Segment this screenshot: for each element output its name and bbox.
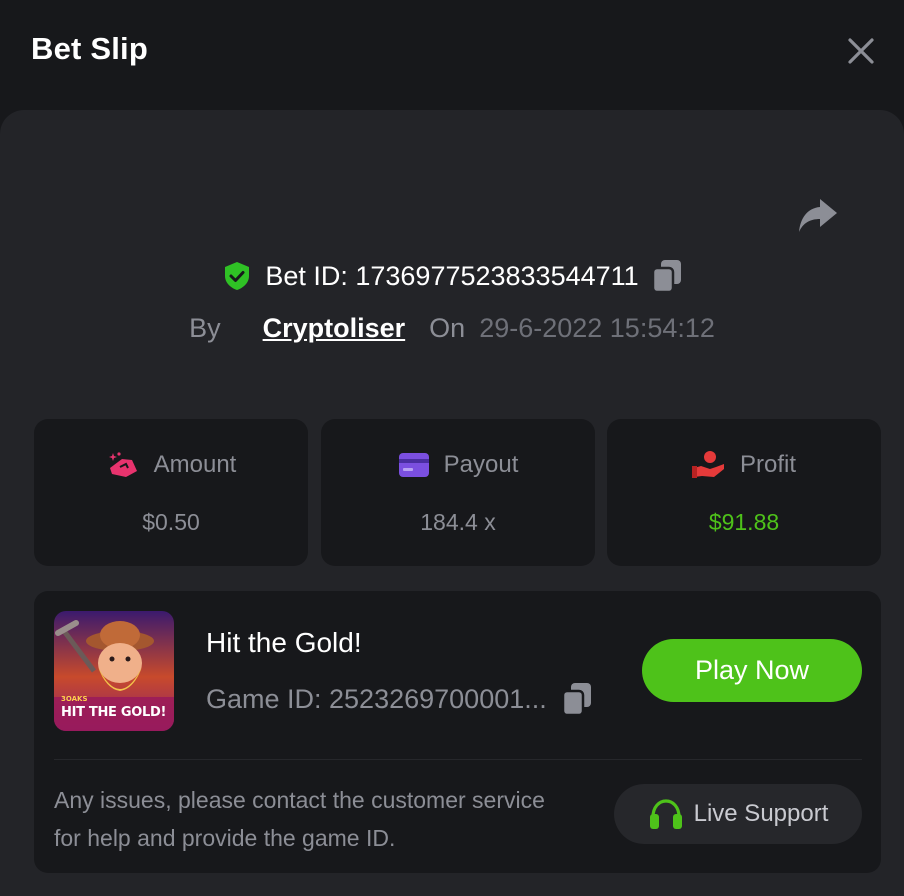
game-thumbnail[interactable]: 3OAKS HIT THE GOLD!	[54, 611, 174, 731]
bet-meta-row: By Cryptoliser On 29-6-2022 15:54:12	[0, 308, 904, 348]
close-icon	[848, 38, 874, 64]
stat-value: 184.4 x	[420, 509, 496, 535]
user-link[interactable]: Cryptoliser	[263, 313, 406, 344]
on-label: On	[429, 312, 466, 343]
support-notice: Any issues, please contact the customer …	[54, 787, 545, 851]
bet-id: Bet ID: 1736977523833544711	[265, 260, 639, 291]
share-icon	[799, 199, 837, 232]
live-support-label: Live Support	[693, 800, 829, 827]
game-thumb-title: HIT THE GOLD!	[61, 705, 167, 720]
card-icon	[398, 453, 429, 477]
bet-date: 29-6-2022 15:54:12	[479, 312, 715, 343]
copy-icon[interactable]	[651, 258, 683, 294]
divider	[54, 759, 862, 760]
stat-label: Amount	[153, 451, 237, 478]
stat-card-amount: Amount $0.50	[34, 419, 308, 566]
profit-hand-icon	[691, 451, 724, 478]
bet-id-row: Bet ID: 1736977523833544711	[0, 252, 904, 300]
game-brand: 3OAKS	[61, 695, 88, 703]
copy-icon[interactable]	[561, 681, 593, 717]
stat-value: $91.88	[708, 509, 780, 535]
close-button[interactable]	[844, 34, 878, 68]
shield-check-icon	[225, 262, 250, 290]
amount-icon	[108, 452, 137, 477]
game-id: Game ID: 2523269700001...	[206, 683, 547, 714]
game-name: Hit the Gold!	[206, 627, 362, 658]
game-card: 3OAKS HIT THE GOLD! Hit the Gold! Game I…	[34, 591, 881, 873]
page-title: Bet Slip	[31, 31, 149, 66]
headset-icon	[649, 799, 682, 829]
stat-label: Payout	[443, 451, 519, 478]
share-button[interactable]	[796, 196, 840, 234]
game-id-row: Game ID: 2523269700001...	[206, 679, 593, 719]
stat-label: Profit	[739, 451, 796, 478]
header: Bet Slip	[0, 0, 904, 110]
stat-value: $0.50	[142, 509, 200, 535]
stat-card-payout: Payout 184.4 x	[321, 419, 595, 566]
play-now-button[interactable]: Play Now	[642, 639, 862, 702]
stat-card-profit: Profit $91.88	[607, 419, 881, 566]
by-label: By	[189, 312, 221, 343]
live-support-button[interactable]: Live Support	[614, 784, 862, 844]
